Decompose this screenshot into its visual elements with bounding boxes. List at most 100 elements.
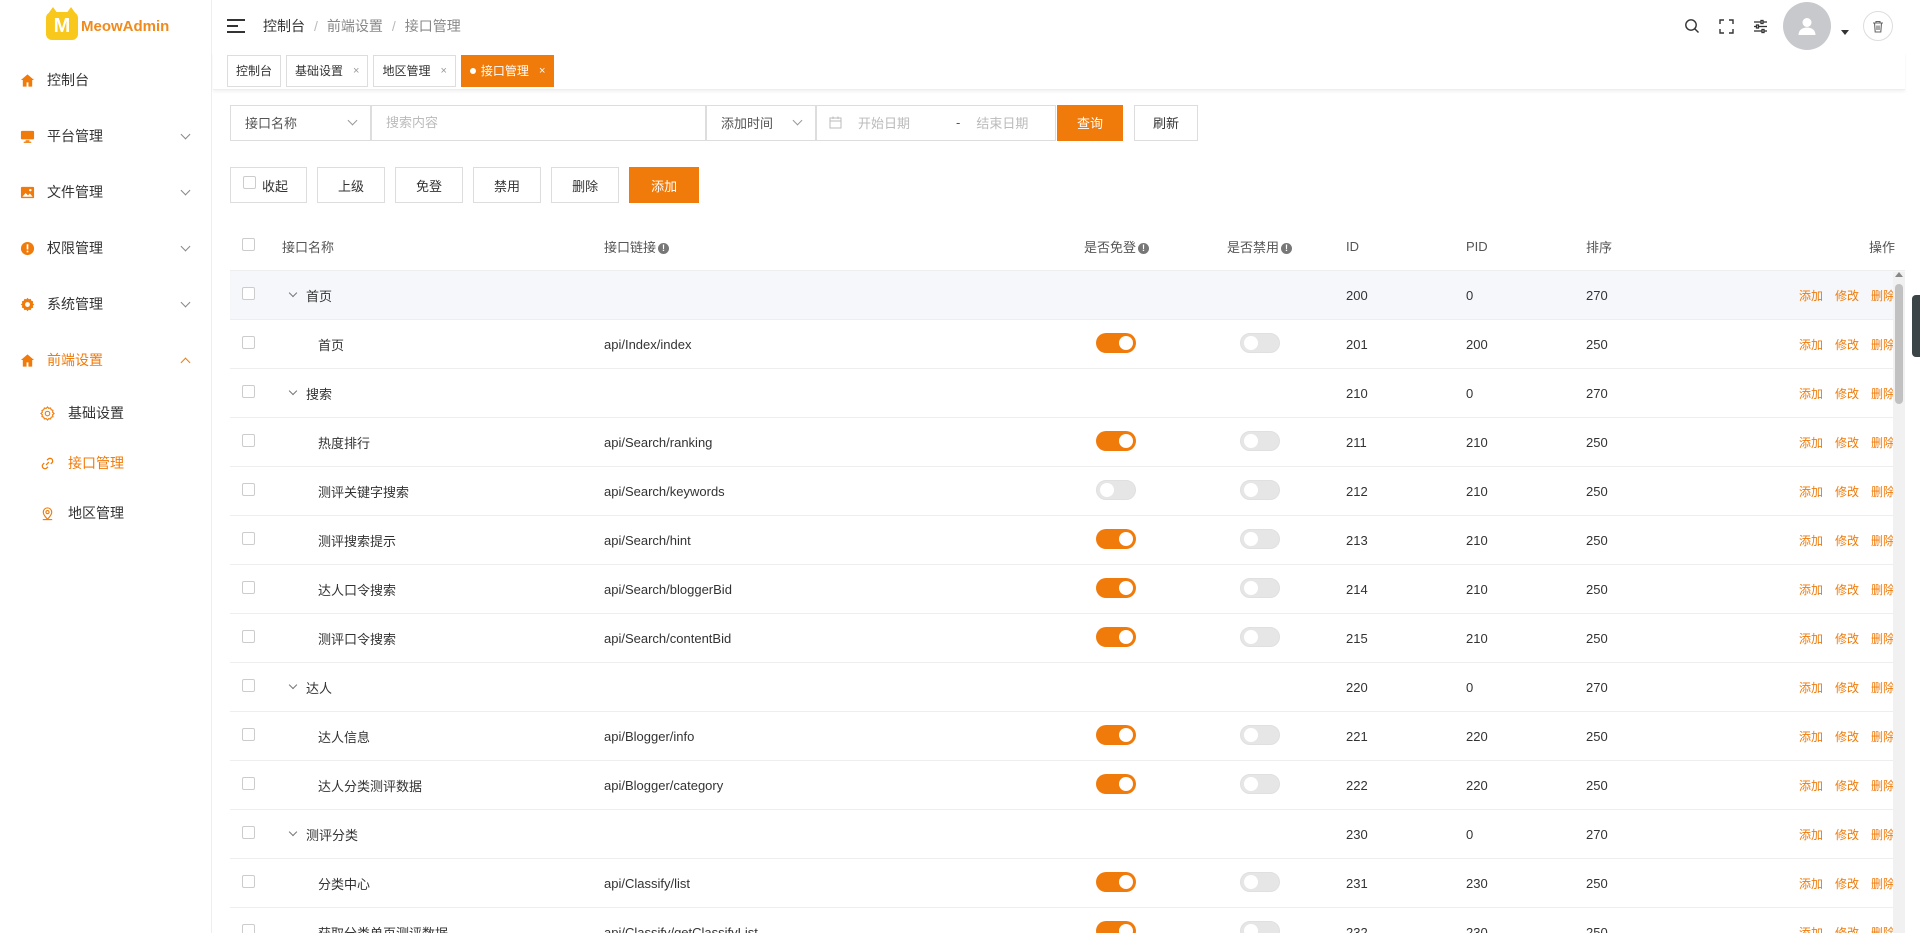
row-op-edit-link[interactable]: 修改 bbox=[1835, 779, 1859, 793]
free-login-switch[interactable] bbox=[1096, 773, 1136, 794]
tab-0[interactable]: 控制台 bbox=[227, 54, 282, 87]
row-op-add-link[interactable]: 添加 bbox=[1799, 877, 1823, 891]
free-login-switch[interactable] bbox=[1096, 479, 1136, 500]
table-row[interactable]: 达人分类测评数据 api/Blogger/category 222 220 25… bbox=[230, 761, 1905, 810]
free-login-switch[interactable] bbox=[1096, 332, 1136, 353]
add-button[interactable]: 添加 bbox=[629, 167, 700, 203]
time-select[interactable]: 添加时间 bbox=[706, 104, 816, 141]
sidebar-item-0[interactable]: 控制台 bbox=[0, 52, 211, 108]
free-login-switch[interactable] bbox=[1096, 577, 1136, 598]
fullscreen-icon[interactable] bbox=[1709, 9, 1743, 43]
table-row[interactable]: 首页 api/Index/index 201 200 250 添加 修改 删除 bbox=[230, 320, 1905, 369]
free-login-button[interactable]: 免登 bbox=[395, 167, 464, 203]
row-op-edit-link[interactable]: 修改 bbox=[1835, 583, 1859, 597]
row-checkbox[interactable] bbox=[242, 336, 255, 349]
row-checkbox[interactable] bbox=[242, 728, 255, 741]
sidebar-item-2[interactable]: 文件管理 bbox=[0, 164, 211, 220]
disabled-switch[interactable] bbox=[1240, 773, 1280, 794]
row-op-delete-link[interactable]: 删除 bbox=[1871, 730, 1895, 744]
row-op-delete-link[interactable]: 删除 bbox=[1871, 632, 1895, 646]
row-op-add-link[interactable]: 添加 bbox=[1799, 338, 1823, 352]
table-row[interactable]: 测评关键字搜索 api/Search/keywords 212 210 250 … bbox=[230, 467, 1905, 516]
side-drawer-handle[interactable] bbox=[1912, 295, 1920, 357]
vertical-scrollbar[interactable] bbox=[1893, 272, 1905, 933]
trash-icon[interactable] bbox=[1863, 11, 1893, 41]
disabled-switch[interactable] bbox=[1240, 577, 1280, 598]
row-op-edit-link[interactable]: 修改 bbox=[1835, 534, 1859, 548]
tab-2[interactable]: 地区管理 × bbox=[373, 54, 456, 87]
free-login-switch[interactable] bbox=[1096, 626, 1136, 647]
collapse-checkbox[interactable] bbox=[243, 175, 256, 189]
free-login-switch[interactable] bbox=[1096, 430, 1136, 451]
disabled-switch[interactable] bbox=[1240, 626, 1280, 647]
table-row[interactable]: 分类中心 api/Classify/list 231 230 250 添加 修改删… bbox=[230, 859, 1905, 908]
sidebar-item-1[interactable]: 平台管理 bbox=[0, 108, 211, 164]
row-op-edit-link[interactable]: 修改 bbox=[1835, 387, 1859, 401]
row-checkbox[interactable] bbox=[242, 434, 255, 447]
row-op-delete-link[interactable]: 删除 bbox=[1871, 583, 1895, 597]
row-op-delete-link[interactable]: 删除 bbox=[1871, 828, 1895, 842]
row-op-add-link[interactable]: 添加 bbox=[1799, 387, 1823, 401]
scrollbar-thumb[interactable] bbox=[1895, 284, 1903, 404]
row-checkbox[interactable] bbox=[242, 826, 255, 839]
row-op-add-link[interactable]: 添加 bbox=[1799, 730, 1823, 744]
row-op-add-link[interactable]: 添加 bbox=[1799, 534, 1823, 548]
row-op-delete-link[interactable]: 删除 bbox=[1871, 877, 1895, 891]
query-button[interactable]: 查询 bbox=[1057, 104, 1124, 141]
row-checkbox[interactable] bbox=[242, 532, 255, 545]
field-select[interactable]: 接口名称 bbox=[230, 104, 371, 141]
app-logo[interactable]: M MeowAdmin bbox=[0, 0, 211, 52]
row-op-edit-link[interactable]: 修改 bbox=[1835, 681, 1859, 695]
chevron-down-icon[interactable] bbox=[288, 288, 298, 298]
disabled-switch[interactable] bbox=[1240, 528, 1280, 549]
table-row[interactable]: 首页 200 0 270 添加 修改 删除 bbox=[230, 271, 1905, 320]
row-op-edit-link[interactable]: 修改 bbox=[1835, 632, 1859, 646]
table-row[interactable]: 搜索 210 0 270 添加 修改 删除 bbox=[230, 369, 1905, 418]
search-icon[interactable] bbox=[1675, 9, 1709, 43]
disabled-switch[interactable] bbox=[1240, 332, 1280, 353]
disabled-switch[interactable] bbox=[1240, 479, 1280, 500]
scroll-up-icon[interactable] bbox=[1895, 272, 1903, 277]
row-op-edit-link[interactable]: 修改 bbox=[1835, 926, 1859, 933]
sidebar-item-5[interactable]: 前端设置 bbox=[0, 332, 211, 388]
delete-button[interactable]: 删除 bbox=[551, 167, 620, 203]
disabled-switch[interactable] bbox=[1240, 430, 1280, 451]
user-dropdown-caret-icon[interactable] bbox=[1841, 29, 1849, 35]
row-op-delete-link[interactable]: 删除 bbox=[1871, 387, 1895, 401]
row-op-edit-link[interactable]: 修改 bbox=[1835, 436, 1859, 450]
end-date-input[interactable]: 结束日期 bbox=[976, 113, 1028, 132]
free-login-switch[interactable] bbox=[1096, 724, 1136, 745]
close-icon[interactable]: × bbox=[539, 65, 545, 77]
row-checkbox[interactable] bbox=[242, 679, 255, 692]
table-row[interactable]: 获取分类单页测评数据 api/Classify/getClassifyList … bbox=[230, 908, 1905, 933]
row-op-delete-link[interactable]: 删除 bbox=[1871, 926, 1895, 933]
row-checkbox[interactable] bbox=[242, 924, 255, 933]
chevron-down-icon[interactable] bbox=[288, 386, 298, 396]
tab-1[interactable]: 基础设置 × bbox=[286, 54, 369, 87]
search-input[interactable] bbox=[386, 115, 691, 130]
table-row[interactable]: 热度排行 api/Search/ranking 211 210 250 添加 修改… bbox=[230, 418, 1905, 467]
sidebar-item-3[interactable]: 权限管理 bbox=[0, 220, 211, 276]
disable-button[interactable]: 禁用 bbox=[473, 167, 542, 203]
breadcrumb-item[interactable]: 控制台 bbox=[263, 16, 305, 36]
row-checkbox[interactable] bbox=[242, 581, 255, 594]
disabled-switch[interactable] bbox=[1240, 871, 1280, 892]
sliders-icon[interactable] bbox=[1743, 9, 1777, 43]
refresh-button[interactable]: 刷新 bbox=[1134, 104, 1199, 141]
table-row[interactable]: 测评搜索提示 api/Search/hint 213 210 250 添加 修改删… bbox=[230, 516, 1905, 565]
row-checkbox[interactable] bbox=[242, 385, 255, 398]
table-row[interactable]: 测评分类 230 0 270 添加 修改 删除 bbox=[230, 810, 1905, 859]
sidebar-subitem-0[interactable]: 基础设置 bbox=[0, 388, 211, 438]
table-row[interactable]: 达人口令搜索 api/Search/bloggerBid 214 210 250… bbox=[230, 565, 1905, 614]
date-range-picker[interactable]: 开始日期 - 结束日期 bbox=[816, 104, 1056, 141]
sidebar-subitem-1[interactable]: 接口管理 bbox=[0, 438, 211, 488]
row-op-delete-link[interactable]: 删除 bbox=[1871, 534, 1895, 548]
row-op-add-link[interactable]: 添加 bbox=[1799, 926, 1823, 933]
row-op-add-link[interactable]: 添加 bbox=[1799, 583, 1823, 597]
row-op-add-link[interactable]: 添加 bbox=[1799, 779, 1823, 793]
row-op-add-link[interactable]: 添加 bbox=[1799, 632, 1823, 646]
free-login-switch[interactable] bbox=[1096, 528, 1136, 549]
free-login-switch[interactable] bbox=[1096, 871, 1136, 892]
row-op-add-link[interactable]: 添加 bbox=[1799, 436, 1823, 450]
start-date-input[interactable]: 开始日期 bbox=[858, 113, 910, 132]
